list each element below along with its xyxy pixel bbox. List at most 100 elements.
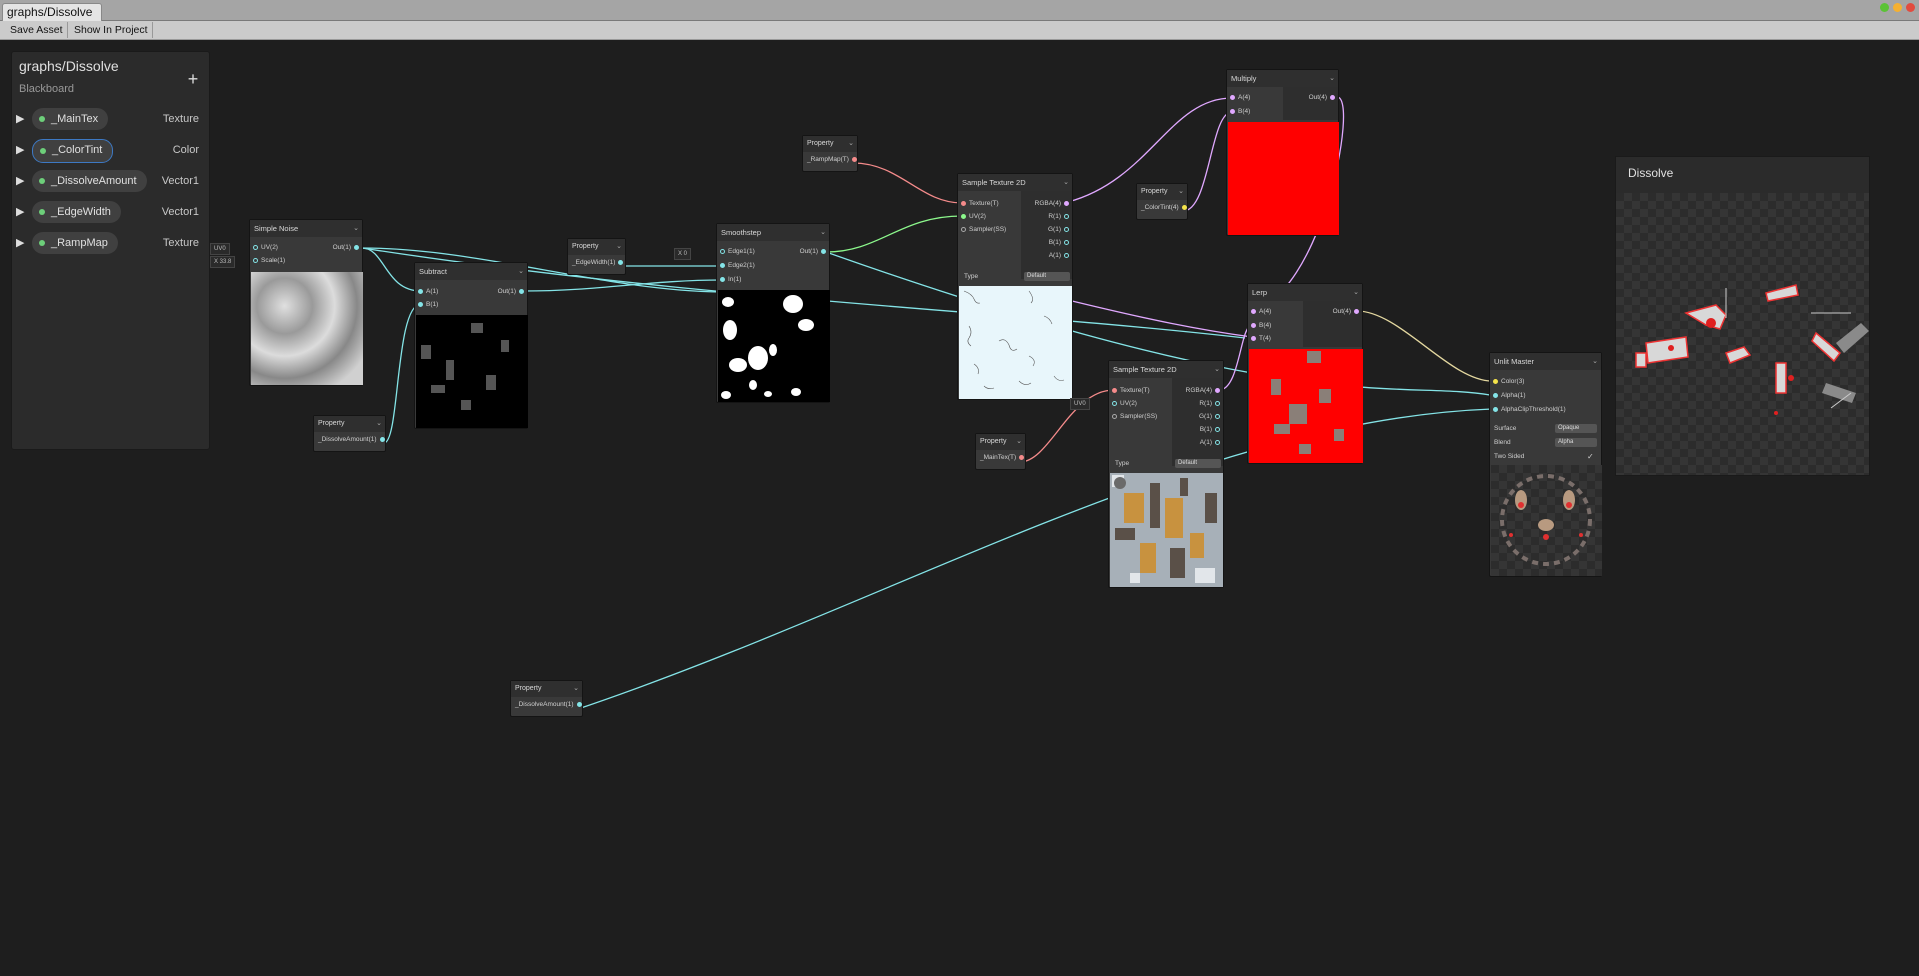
node-title[interactable]: Property ⌄	[511, 681, 582, 697]
input-port-sampler[interactable]: Sampler(SS)	[1109, 412, 1157, 422]
node-title[interactable]: Sample Texture 2D ⌄	[958, 174, 1072, 191]
collapse-icon[interactable]: ⌄	[1016, 434, 1022, 450]
collapse-icon[interactable]: ⌄	[848, 136, 854, 152]
expand-arrow-icon[interactable]: ▶	[16, 236, 24, 249]
blackboard-property-row[interactable]: ▶ _RampMap Texture	[12, 232, 209, 256]
input-port-b[interactable]: B(4)	[1227, 107, 1250, 117]
blackboard-property-row[interactable]: ▶ _EdgeWidth Vector1	[12, 201, 209, 225]
output-port-g[interactable]: G(1)	[1199, 412, 1223, 422]
smoothstep-node[interactable]: Smoothstep ⌄ Edge1(1) Edge2(1) In(1) Out(…	[716, 223, 830, 403]
node-title[interactable]: Unlit Master ⌄	[1490, 353, 1601, 370]
collapse-icon[interactable]: ⌄	[353, 220, 359, 237]
node-title[interactable]: Multiply ⌄	[1227, 70, 1338, 87]
output-port-b[interactable]: B(1)	[1049, 238, 1072, 248]
scale-default-field[interactable]: X 33.8	[210, 256, 236, 268]
uv-default-field[interactable]: UV0	[210, 243, 230, 255]
subtract-node[interactable]: Subtract ⌄ A(1) B(1) Out(1)	[414, 262, 528, 429]
output-port-g[interactable]: G(1)	[1048, 225, 1072, 235]
output-port-r[interactable]: R(1)	[1048, 212, 1072, 222]
expand-arrow-icon[interactable]: ▶	[16, 205, 24, 218]
edge1-default-field[interactable]: X 0	[674, 248, 692, 260]
output-port-rgba[interactable]: RGBA(4)	[1035, 199, 1072, 209]
collapse-icon[interactable]: ⌄	[1214, 361, 1220, 378]
input-port-alpha[interactable]: Alpha(1)	[1490, 391, 1526, 401]
property-output[interactable]: _DissolveAmount(1)	[515, 701, 585, 708]
main-preview-window[interactable]: Dissolve	[1615, 156, 1870, 476]
collapse-icon[interactable]: ⌄	[376, 416, 382, 432]
input-port-alpha-clip[interactable]: AlphaClipThreshold(1)	[1490, 405, 1566, 415]
sample-texture-node[interactable]: Sample Texture 2D ⌄ Texture(T) UV(2) Samp…	[957, 173, 1073, 400]
property-output[interactable]: _EdgeWidth(1)	[572, 259, 626, 266]
output-port[interactable]: Out(1)	[800, 247, 829, 257]
collapse-icon[interactable]: ⌄	[518, 263, 524, 280]
output-port-r[interactable]: R(1)	[1199, 399, 1223, 409]
property-pill[interactable]: _MainTex	[32, 108, 109, 130]
property-pill[interactable]: _ColorTint	[32, 139, 114, 163]
expand-arrow-icon[interactable]: ▶	[16, 112, 24, 125]
node-title[interactable]: Property ⌄	[1137, 184, 1187, 200]
property-pill[interactable]: _RampMap	[32, 232, 118, 254]
blackboard-property-row[interactable]: ▶ _DissolveAmount Vector1	[12, 170, 209, 194]
node-title[interactable]: Sample Texture 2D ⌄	[1109, 361, 1223, 378]
blackboard-panel[interactable]: graphs/Dissolve Blackboard + ▶ _MainTex …	[11, 51, 210, 450]
input-port-edge1[interactable]: Edge1(1)	[717, 247, 755, 257]
property-pill[interactable]: _DissolveAmount	[32, 170, 147, 192]
output-port-a[interactable]: A(1)	[1049, 251, 1072, 261]
collapse-icon[interactable]: ⌄	[1063, 174, 1069, 191]
property-pill[interactable]: _EdgeWidth	[32, 201, 121, 223]
output-port-b[interactable]: B(1)	[1200, 425, 1223, 435]
property-output[interactable]: _MainTex(T)	[980, 454, 1027, 461]
type-dropdown[interactable]: Default	[1175, 459, 1221, 468]
surface-dropdown[interactable]: Opaque	[1555, 424, 1597, 433]
input-port-t[interactable]: T(4)	[1248, 334, 1271, 344]
node-title[interactable]: Smoothstep ⌄	[717, 224, 829, 241]
node-title[interactable]: Property ⌄	[803, 136, 857, 152]
input-port-texture[interactable]: Texture(T)	[1109, 386, 1150, 396]
input-port-uv[interactable]: UV(2)	[250, 243, 278, 253]
input-port-edge2[interactable]: Edge2(1)	[717, 261, 755, 271]
blend-dropdown[interactable]: Alpha	[1555, 438, 1597, 447]
node-title[interactable]: Property ⌄	[976, 434, 1025, 450]
input-port-a[interactable]: A(1)	[415, 287, 438, 297]
lerp-node[interactable]: Lerp ⌄ A(4) B(4) T(4) Out(4)	[1247, 283, 1363, 464]
output-port-rgba[interactable]: RGBA(4)	[1186, 386, 1223, 396]
collapse-icon[interactable]: ⌄	[1329, 70, 1335, 87]
node-title[interactable]: Lerp ⌄	[1248, 284, 1362, 301]
input-port-uv[interactable]: UV(2)	[958, 212, 986, 222]
collapse-icon[interactable]: ⌄	[616, 239, 622, 255]
expand-arrow-icon[interactable]: ▶	[16, 174, 24, 187]
property-node-edgewidth[interactable]: Property ⌄ _EdgeWidth(1)	[567, 238, 626, 275]
input-port-uv[interactable]: UV(2)	[1109, 399, 1137, 409]
two-sided-checkbox[interactable]: ✓	[1587, 452, 1594, 461]
input-port-a[interactable]: A(4)	[1248, 307, 1271, 317]
node-title[interactable]: Property ⌄	[314, 416, 385, 432]
property-node-maintex[interactable]: Property ⌄ _MainTex(T)	[975, 433, 1026, 470]
property-node-dissolve[interactable]: Property ⌄ _DissolveAmount(1)	[313, 415, 386, 452]
property-output[interactable]: _RampMap(T)	[807, 156, 860, 163]
multiply-node[interactable]: Multiply ⌄ A(4) B(4) Out(4)	[1226, 69, 1339, 236]
input-port-scale[interactable]: Scale(1)	[250, 256, 285, 266]
simple-noise-node[interactable]: Simple Noise ⌄ UV(2) Scale(1) Out(1)	[249, 219, 363, 386]
output-port[interactable]: Out(1)	[498, 287, 527, 297]
input-port-in[interactable]: In(1)	[717, 275, 741, 285]
blackboard-property-row[interactable]: ▶ _MainTex Texture	[12, 108, 209, 132]
collapse-icon[interactable]: ⌄	[1178, 184, 1184, 200]
property-output[interactable]: _ColorTint(4)	[1141, 204, 1190, 211]
node-title[interactable]: Property ⌄	[568, 239, 625, 255]
expand-arrow-icon[interactable]: ▶	[16, 143, 24, 156]
output-port[interactable]: Out(4)	[1309, 93, 1338, 103]
input-port-color[interactable]: Color(3)	[1490, 377, 1524, 387]
node-title[interactable]: Subtract ⌄	[415, 263, 527, 280]
node-title[interactable]: Simple Noise ⌄	[250, 220, 362, 237]
collapse-icon[interactable]: ⌄	[1592, 353, 1598, 370]
type-dropdown[interactable]: Default	[1024, 272, 1070, 281]
output-port[interactable]: Out(4)	[1333, 307, 1362, 317]
uv-default-field[interactable]: UV0	[1070, 398, 1090, 410]
add-property-button[interactable]: +	[185, 69, 201, 90]
property-output[interactable]: _DissolveAmount(1)	[318, 436, 388, 443]
output-port-a[interactable]: A(1)	[1200, 438, 1223, 448]
property-node-colortint[interactable]: Property ⌄ _ColorTint(4)	[1136, 183, 1188, 220]
property-node-rampmap[interactable]: Property ⌄ _RampMap(T)	[802, 135, 858, 172]
collapse-icon[interactable]: ⌄	[573, 681, 579, 697]
collapse-icon[interactable]: ⌄	[820, 224, 826, 241]
